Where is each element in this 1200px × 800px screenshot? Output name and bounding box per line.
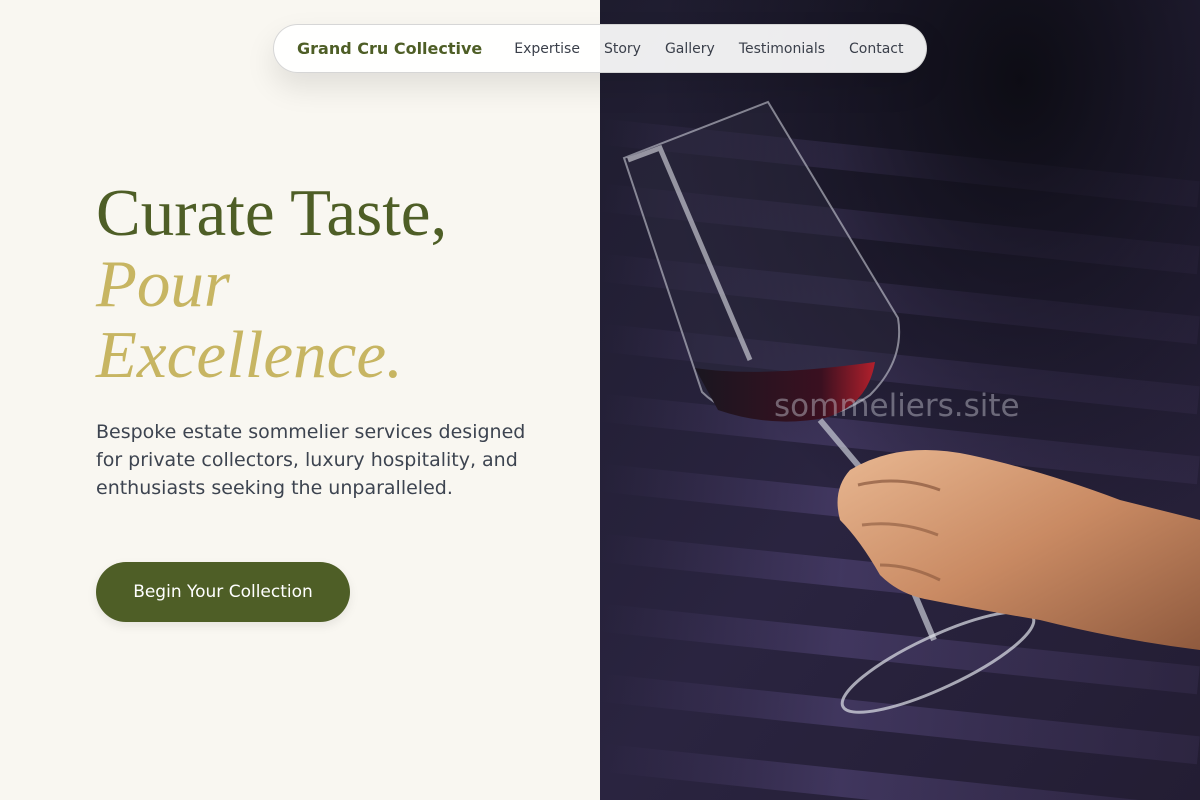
headline-line-3: Excellence. [96,318,403,392]
nav-link-story[interactable]: Story [604,41,641,57]
headline-line-2: Pour [96,247,230,321]
left-panel [0,0,600,800]
nav-link-expertise[interactable]: Expertise [514,41,580,57]
nav-links: Expertise Story Gallery Testimonials Con… [514,41,903,57]
hero-headline: Curate Taste, Pour Excellence. [96,178,447,391]
top-navigation: Grand Cru Collective Expertise Story Gal… [273,24,927,73]
page: sommeliers.site Grand Cru Collective Exp… [0,0,1200,800]
nav-link-testimonials[interactable]: Testimonials [739,41,825,57]
brand-logo-link[interactable]: Grand Cru Collective [297,39,482,58]
begin-collection-button[interactable]: Begin Your Collection [96,562,350,622]
watermark-text: sommeliers.site [774,388,1020,424]
headline-line-1: Curate Taste, [96,176,448,250]
nav-link-contact[interactable]: Contact [849,41,903,57]
hero-subtext: Bespoke estate sommelier services design… [96,421,526,499]
nav-link-gallery[interactable]: Gallery [665,41,715,57]
